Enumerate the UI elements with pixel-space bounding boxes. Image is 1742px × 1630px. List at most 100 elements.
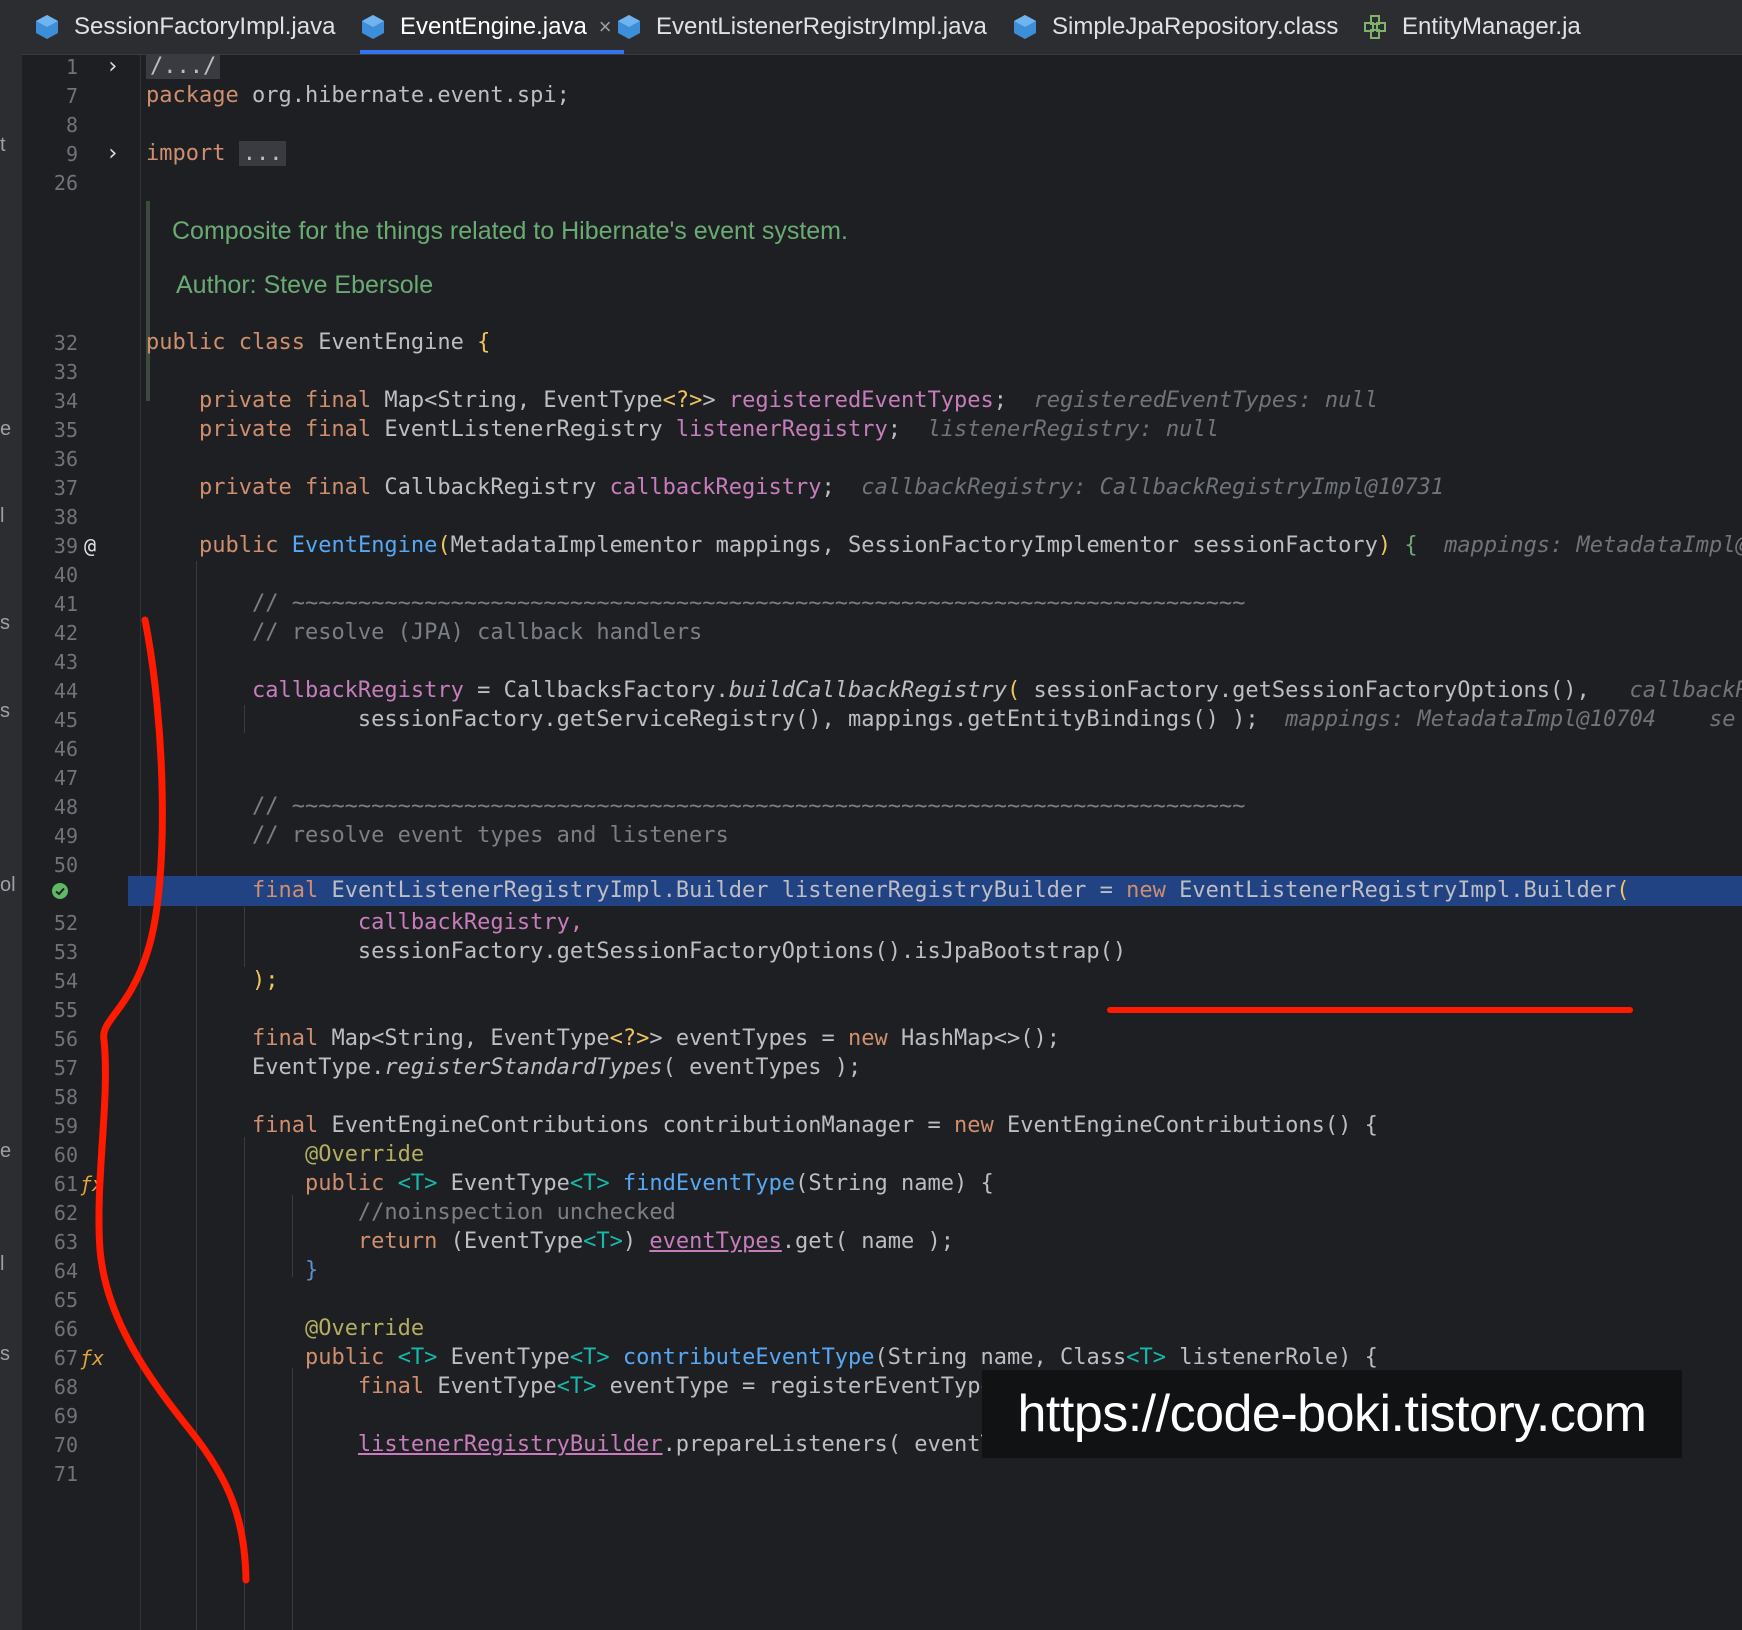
punct: ; <box>821 475 835 500</box>
code-line: 45 sessionFactory.getServiceRegistry(), … <box>22 704 1742 736</box>
tab-label: EntityManager.ja <box>1402 13 1581 40</box>
tab-event-engine[interactable]: EventEngine.java × <box>360 0 624 54</box>
line-number: 42 <box>53 621 78 645</box>
code-line: 44 callbackRegistry = CallbacksFactory.b… <box>22 675 1742 707</box>
code-text: sessionFactory.getServiceRegistry(), map… <box>357 707 1259 732</box>
fold-expand-icon[interactable]: › <box>106 55 124 83</box>
line-number: 26 <box>53 171 78 195</box>
brace: { <box>477 330 491 355</box>
package-name: org.hibernate.event.spi; <box>238 83 570 108</box>
line-number: 66 <box>53 1317 78 1341</box>
tab-label: EventEngine.java <box>400 13 587 40</box>
type-parameter: <T> <box>1126 1345 1166 1370</box>
line-number: 41 <box>53 592 78 616</box>
strip-label: s <box>0 700 10 722</box>
field-name: eventTypes <box>649 1229 782 1254</box>
punct: ; <box>887 417 901 442</box>
code-text: EventListenerRegistryImpl.Builder listen… <box>318 878 1127 903</box>
strip-label: l <box>0 1253 5 1275</box>
code-line: 41 // ~~~~~~~~~~~~~~~~~~~~~~~~~~~~~~~~~~… <box>22 588 1742 620</box>
code-line: 63 return (EventType<T>) eventTypes.get(… <box>22 1226 1742 1258</box>
tab-label: SimpleJpaRepository.class <box>1052 13 1339 40</box>
code-text: = CallbacksFactory. <box>463 678 729 703</box>
watermark-url: https://code-boki.tistory.com <box>982 1370 1682 1458</box>
line-number: 44 <box>53 679 78 703</box>
line-number: 38 <box>53 505 78 529</box>
strip-label: s <box>0 612 10 634</box>
code-line: 39 @ public EventEngine(MetadataImplemen… <box>22 530 1742 562</box>
code-line: 53 sessionFactory.getSessionFactoryOptio… <box>22 936 1742 968</box>
overrides-method-icon[interactable]: ƒx <box>80 1342 104 1374</box>
keyword: private final <box>198 475 372 500</box>
code-line: 58 <box>22 1081 1742 1113</box>
interface-icon <box>1364 15 1386 39</box>
debug-inline-value: mappings: MetadataImpl@10704 <box>1285 707 1656 732</box>
line-number: 39 <box>53 534 78 558</box>
code-text: Map<String, EventType <box>318 1026 610 1051</box>
line-number: 65 <box>53 1288 78 1312</box>
at-sign-icon[interactable]: @ <box>84 530 96 562</box>
line-number: 58 <box>53 1085 78 1109</box>
line-number: 67 <box>53 1346 78 1370</box>
doc-author-label: Author: <box>176 271 257 299</box>
code-text: ); <box>251 968 279 993</box>
line-number: 63 <box>53 1230 78 1254</box>
line-number: 57 <box>53 1056 78 1080</box>
keyword: final <box>251 878 319 903</box>
fold-expand-icon[interactable]: › <box>106 138 124 170</box>
folded-region[interactable]: ... <box>238 141 287 166</box>
debug-inline-value: callbackRegistry: CallbackRegistryImpl@1… <box>861 475 1445 500</box>
code-line: 47 <box>22 762 1742 794</box>
keyword: import <box>146 141 226 166</box>
code-line: 40 <box>22 559 1742 591</box>
line-number: 61 <box>53 1172 78 1196</box>
check-circle-icon[interactable] <box>51 882 69 900</box>
paren: ( <box>1006 678 1021 703</box>
type: EventType <box>437 1171 570 1196</box>
folded-region[interactable]: /.../ <box>146 55 221 79</box>
type-parameter: <T> <box>569 1345 610 1370</box>
line-number: 62 <box>53 1201 78 1225</box>
code-line: 65 <box>22 1284 1742 1316</box>
tab-simple-jpa-repository[interactable]: SimpleJpaRepository.class <box>1012 0 1338 54</box>
keyword: public <box>304 1345 385 1370</box>
debug-inline-value: listenerRegistry: null <box>927 417 1219 442</box>
paren: ) <box>1377 533 1392 558</box>
keyword: new <box>848 1026 888 1051</box>
keyword: return <box>357 1229 438 1254</box>
type: Map<String, EventType <box>384 388 663 413</box>
code-text: EventListenerRegistryImpl.Builder <box>1165 878 1617 903</box>
type-parameter: <T> <box>397 1345 438 1370</box>
field-name: callbackRegistry, <box>357 910 584 935</box>
line-number: 56 <box>53 1027 78 1051</box>
type-parameter: <T> <box>397 1171 438 1196</box>
type-parameter: <T> <box>583 1229 623 1254</box>
comment: // ~~~~~~~~~~~~~~~~~~~~~~~~~~~~~~~~~~~~~… <box>251 591 1246 616</box>
comment: // ~~~~~~~~~~~~~~~~~~~~~~~~~~~~~~~~~~~~~… <box>251 794 1246 819</box>
code-line: 57 EventType.registerStandardTypes( even… <box>22 1052 1742 1084</box>
strip-label: l <box>0 505 5 527</box>
tab-entity-manager[interactable]: EntityManager.ja <box>1362 0 1581 54</box>
code-text: (String name, Class <box>874 1345 1127 1370</box>
method-name: registerStandardTypes <box>384 1055 663 1080</box>
doc-description: Composite for the things related to Hibe… <box>172 217 848 245</box>
tab-label: EventListenerRegistryImpl.java <box>656 13 987 40</box>
code-line: 37 private final CallbackRegistry callba… <box>22 472 1742 504</box>
tab-event-listener-registry-impl[interactable]: EventListenerRegistryImpl.java <box>616 0 987 54</box>
brace: } <box>304 1258 319 1283</box>
code-text: EventEngineContributions() { <box>993 1113 1378 1138</box>
field-name: listenerRegistryBuilder <box>357 1432 663 1457</box>
keyword: final <box>251 1026 319 1051</box>
method-name: contributeEventType <box>609 1345 875 1370</box>
overrides-method-icon[interactable]: ƒx <box>80 1168 104 1200</box>
generic: <?> <box>662 388 703 413</box>
code-text: HashMap<>(); <box>887 1026 1060 1051</box>
current-execution-line[interactable]: final EventListenerRegistryImpl.Builder … <box>22 876 1742 906</box>
line-number: 47 <box>53 766 78 790</box>
keyword: class <box>238 330 305 355</box>
code-line: 1 › /.../ <box>22 55 1742 83</box>
debug-inline-value: se <box>1708 707 1736 732</box>
code-text: sessionFactory.getSessionFactoryOptions(… <box>1020 678 1590 703</box>
close-icon[interactable]: × <box>599 14 612 40</box>
tab-session-factory-impl[interactable]: SessionFactoryImpl.java <box>34 0 335 54</box>
